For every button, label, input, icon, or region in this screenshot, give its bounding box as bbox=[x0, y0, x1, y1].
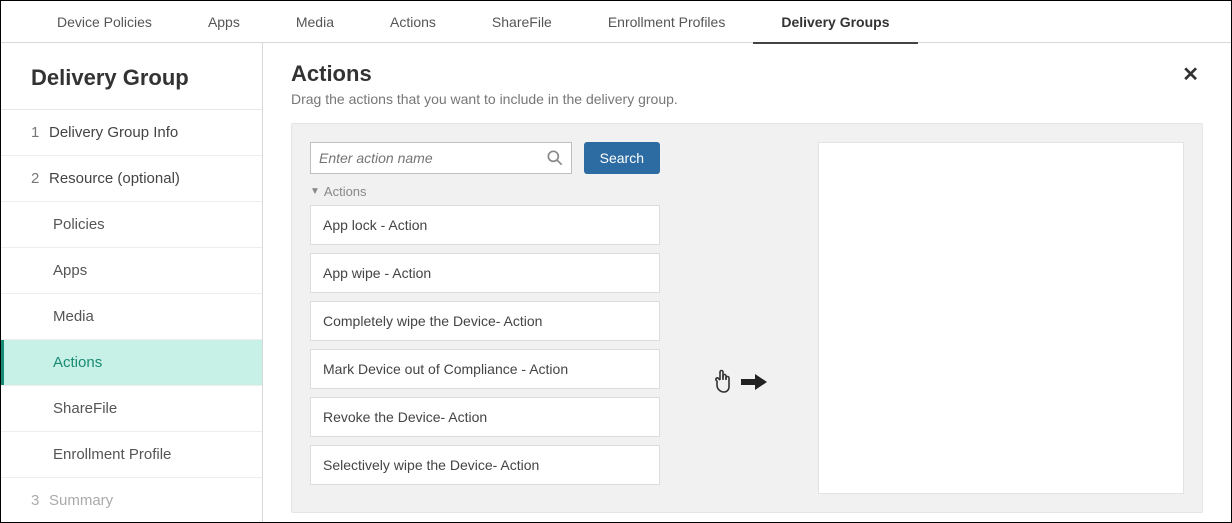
tab-media[interactable]: Media bbox=[268, 1, 362, 43]
hand-pointer-icon bbox=[711, 368, 735, 399]
step-label: Delivery Group Info bbox=[49, 124, 178, 141]
substep-enrollment-profile[interactable]: Enrollment Profile bbox=[1, 432, 262, 478]
close-button[interactable]: ✕ bbox=[1178, 61, 1203, 89]
sidebar-title: Delivery Group bbox=[1, 43, 262, 110]
step-summary[interactable]: 3 Summary bbox=[1, 478, 262, 523]
substep-media[interactable]: Media bbox=[1, 294, 262, 340]
tab-apps[interactable]: Apps bbox=[180, 1, 268, 43]
arrow-right-icon bbox=[741, 372, 767, 395]
substep-label: Enrollment Profile bbox=[53, 446, 171, 463]
action-item[interactable]: App lock - Action bbox=[310, 205, 660, 245]
substep-label: Policies bbox=[53, 216, 105, 233]
substep-label: ShareFile bbox=[53, 400, 117, 417]
step-number: 3 bbox=[31, 492, 49, 509]
tab-sharefile[interactable]: ShareFile bbox=[464, 1, 580, 43]
substep-actions[interactable]: Actions bbox=[1, 340, 262, 386]
actions-list: App lock - Action App wipe - Action Comp… bbox=[310, 205, 660, 485]
substep-label: Media bbox=[53, 308, 94, 325]
search-icon[interactable] bbox=[545, 148, 565, 171]
top-tabs: Device Policies Apps Media Actions Share… bbox=[1, 1, 1231, 43]
substep-label: Actions bbox=[53, 354, 102, 371]
substep-label: Apps bbox=[53, 262, 87, 279]
step-label: Resource (optional) bbox=[49, 170, 180, 187]
page-title: Actions bbox=[291, 61, 678, 87]
step-number: 1 bbox=[31, 124, 49, 141]
step-resource[interactable]: 2 Resource (optional) bbox=[1, 156, 262, 202]
step-label: Summary bbox=[49, 492, 113, 509]
action-item[interactable]: Selectively wipe the Device- Action bbox=[310, 445, 660, 485]
action-item[interactable]: Revoke the Device- Action bbox=[310, 397, 660, 437]
workarea: Search ▼ Actions App lock - Action App w… bbox=[291, 123, 1203, 513]
step-number: 2 bbox=[31, 170, 49, 187]
actions-source-column: Search ▼ Actions App lock - Action App w… bbox=[310, 142, 660, 494]
page-subtitle: Drag the actions that you want to includ… bbox=[291, 91, 678, 107]
actions-list-header-label: Actions bbox=[324, 184, 367, 199]
action-item[interactable]: App wipe - Action bbox=[310, 253, 660, 293]
search-button[interactable]: Search bbox=[584, 142, 660, 174]
substep-apps[interactable]: Apps bbox=[1, 248, 262, 294]
actions-drop-target[interactable] bbox=[818, 142, 1184, 494]
main-panel: Actions Drag the actions that you want t… bbox=[263, 43, 1231, 523]
search-input[interactable] bbox=[311, 143, 541, 173]
search-box bbox=[310, 142, 572, 174]
tab-actions[interactable]: Actions bbox=[362, 1, 464, 43]
step-delivery-group-info[interactable]: 1 Delivery Group Info bbox=[1, 110, 262, 156]
actions-list-header[interactable]: ▼ Actions bbox=[310, 184, 660, 199]
tab-enrollment-profiles[interactable]: Enrollment Profiles bbox=[580, 1, 754, 43]
app-frame: Device Policies Apps Media Actions Share… bbox=[0, 0, 1232, 523]
wizard-sidebar: Delivery Group 1 Delivery Group Info 2 R… bbox=[1, 43, 263, 523]
tab-delivery-groups[interactable]: Delivery Groups bbox=[753, 1, 917, 43]
tab-device-policies[interactable]: Device Policies bbox=[29, 1, 180, 43]
drag-hint bbox=[684, 272, 794, 494]
action-item[interactable]: Completely wipe the Device- Action bbox=[310, 301, 660, 341]
chevron-down-icon: ▼ bbox=[310, 186, 320, 197]
substep-sharefile[interactable]: ShareFile bbox=[1, 386, 262, 432]
substep-policies[interactable]: Policies bbox=[1, 202, 262, 248]
action-item[interactable]: Mark Device out of Compliance - Action bbox=[310, 349, 660, 389]
